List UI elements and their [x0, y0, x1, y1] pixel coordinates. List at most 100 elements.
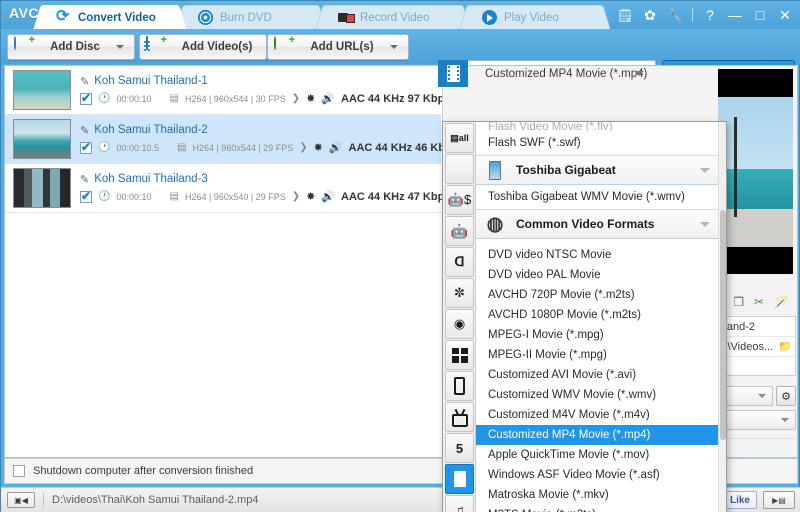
list-item[interactable]: Apple QuickTime Movie (*.mov)	[476, 445, 720, 465]
add-disc-button[interactable]: + Add Disc	[7, 34, 135, 60]
lg-icon[interactable]: ◉	[445, 309, 474, 339]
tv-icon[interactable]	[445, 402, 474, 432]
android-icon[interactable]: 🤖	[445, 216, 474, 246]
disc-plus-icon: +	[14, 37, 34, 57]
copy-icon[interactable]: ❐	[733, 295, 744, 309]
chevron-down-icon[interactable]	[700, 222, 710, 227]
profile-list[interactable]: Flash Video Movie (*.flv) Flash SWF (*.s…	[476, 122, 720, 512]
chevron-down-icon[interactable]	[634, 71, 644, 76]
wrench-icon[interactable]: 🔧	[667, 7, 683, 23]
list-item[interactable]: Flash SWF (*.swf)	[476, 131, 720, 155]
tab-record-video[interactable]: Record Video	[325, 5, 461, 29]
video-title[interactable]: Koh Samui Thailand-2	[94, 124, 208, 136]
huawei-icon[interactable]: ✼	[445, 278, 474, 308]
add-disc-label: Add Disc	[42, 41, 108, 53]
expand-arrow-icon[interactable]: ❯	[292, 191, 300, 202]
help-button[interactable]: ?	[702, 7, 718, 23]
add-url-button[interactable]: + Add URL(s)	[267, 34, 409, 60]
speaker-icon: 🔊	[321, 190, 335, 203]
chevron-down-icon	[758, 394, 766, 398]
scrollbar-thumb[interactable]	[720, 210, 726, 440]
list-item[interactable]: Flash Video Movie (*.flv)	[476, 122, 720, 131]
video-preview[interactable]	[718, 69, 793, 274]
list-item-selected[interactable]: Customized MP4 Movie (*.mp4)	[476, 425, 720, 445]
panel-toggle[interactable]: ▶▤	[763, 491, 795, 509]
list-item[interactable]: Customized WMV Movie (*.wmv)	[476, 385, 720, 405]
edit-pencil-icon[interactable]: ✎	[80, 173, 89, 186]
profile-group-toshiba[interactable]: Toshiba Gigabeat	[476, 155, 720, 185]
minimize-button[interactable]: —	[727, 7, 743, 23]
chevron-down-icon	[781, 418, 789, 422]
table-row[interactable]: ✎ Koh Samui Thailand-1 🕐 00:00:10 ▤ H264…	[5, 66, 441, 115]
gear-icon[interactable]: ✿	[642, 7, 658, 23]
expand-arrow-icon[interactable]: ❯	[299, 142, 307, 153]
add-video-button[interactable]: + Add Video(s)	[139, 34, 267, 60]
video-checkbox[interactable]	[80, 93, 92, 105]
divider	[43, 493, 44, 507]
video-thumbnail	[13, 168, 71, 208]
film-reel-icon: ◍	[484, 213, 506, 235]
close-button[interactable]: ✕	[777, 7, 793, 23]
video-title[interactable]: Koh Samui Thailand-1	[94, 75, 208, 87]
video-duration: 00:00:10	[116, 192, 151, 202]
table-row[interactable]: ✎ Koh Samui Thailand-3 🕐 00:00:10 ▤ H264…	[5, 164, 441, 213]
dropdown-scrollbar[interactable]	[718, 122, 726, 512]
chevron-down-icon[interactable]	[700, 168, 710, 173]
maximize-button[interactable]: □	[752, 7, 768, 23]
video-checkbox[interactable]	[80, 142, 92, 154]
chevron-down-icon[interactable]	[116, 45, 124, 49]
android-coin-icon[interactable]: 🤖$	[445, 185, 474, 215]
expand-arrow-icon[interactable]: ❯	[292, 93, 300, 104]
shutdown-checkbox[interactable]	[13, 465, 25, 477]
video-title[interactable]: Koh Samui Thailand-3	[94, 173, 208, 185]
phone-icon[interactable]	[445, 371, 474, 401]
list-item[interactable]: MPEG-I Movie (*.mpg)	[476, 325, 720, 345]
video-list[interactable]: ✎ Koh Samui Thailand-1 🕐 00:00:10 ▤ H264…	[5, 66, 441, 457]
scissors-icon[interactable]: ✂	[754, 295, 764, 309]
tab-burn-dvd[interactable]: Burn DVD	[185, 5, 317, 29]
video-checkbox[interactable]	[80, 191, 92, 203]
list-item[interactable]: Matroska Movie (*.mkv)	[476, 485, 720, 505]
windows-icon[interactable]	[445, 340, 474, 370]
facebook-like-label: Like	[730, 495, 750, 506]
profile-category-sidebar[interactable]: ▤all 🤖$ 🤖 ᗡ ✼ ◉ 5 ♫	[443, 122, 476, 512]
video-icon[interactable]	[445, 464, 474, 494]
folder-icon[interactable]: 📁	[778, 340, 792, 353]
profile-select[interactable]: Customized MP4 Movie (*.mp4)	[475, 60, 656, 87]
audio-icon[interactable]: ♫	[445, 495, 474, 512]
all-formats-icon[interactable]: ▤all	[445, 123, 474, 153]
chevron-down-icon[interactable]	[390, 45, 398, 49]
divider	[692, 8, 693, 22]
settings-gear-icon[interactable]: ✸	[306, 190, 315, 203]
wand-icon[interactable]: 🪄	[774, 295, 789, 309]
edit-pencil-icon[interactable]: ✎	[80, 75, 89, 88]
register-icon[interactable]: 🗒	[617, 7, 633, 23]
apple-icon[interactable]	[445, 154, 474, 184]
settings-gear-icon[interactable]: ✸	[306, 92, 315, 105]
table-row[interactable]: ✎ Koh Samui Thailand-2 🕐 00:00:10.5 ▤ H2…	[5, 115, 441, 164]
profile-group-common[interactable]: ◍ Common Video Formats	[476, 209, 720, 239]
edit-pencil-icon[interactable]: ✎	[80, 124, 89, 137]
list-item[interactable]: MPEG-II Movie (*.mpg)	[476, 345, 720, 365]
playstation-icon[interactable]: ᗡ	[445, 247, 474, 277]
list-view-toggle[interactable]: ▣◀	[7, 492, 35, 508]
group-label: Common Video Formats	[516, 217, 654, 231]
list-item[interactable]: Toshiba Gigabeat WMV Movie (*.wmv)	[476, 185, 720, 209]
profile-settings-button[interactable]: ⚙	[776, 386, 796, 406]
tab-convert-video[interactable]: Convert Video	[43, 5, 177, 29]
list-item[interactable]: DVD video PAL Movie	[476, 265, 720, 285]
content-area: ✎ Koh Samui Thailand-1 🕐 00:00:10 ▤ H264…	[4, 65, 798, 458]
list-item[interactable]: Customized M4V Movie (*.m4v)	[476, 405, 720, 425]
clock-icon: 🕐	[98, 93, 110, 104]
list-item[interactable]: M2TS Movie (*.m2ts)	[476, 505, 720, 512]
html5-icon[interactable]: 5	[445, 433, 474, 463]
list-item[interactable]: DVD video NTSC Movie	[476, 245, 720, 265]
list-item[interactable]: AVCHD 1080P Movie (*.m2ts)	[476, 305, 720, 325]
profile-category-button[interactable]	[438, 60, 468, 87]
status-path: D:\videos\Thai\Koh Samui Thailand-2.mp4	[52, 494, 258, 506]
list-item[interactable]: Customized AVI Movie (*.avi)	[476, 365, 720, 385]
tab-play-video[interactable]: Play Video	[469, 5, 601, 29]
settings-gear-icon[interactable]: ✸	[314, 141, 323, 154]
list-item[interactable]: AVCHD 720P Movie (*.m2ts)	[476, 285, 720, 305]
list-item[interactable]: Windows ASF Video Movie (*.asf)	[476, 465, 720, 485]
